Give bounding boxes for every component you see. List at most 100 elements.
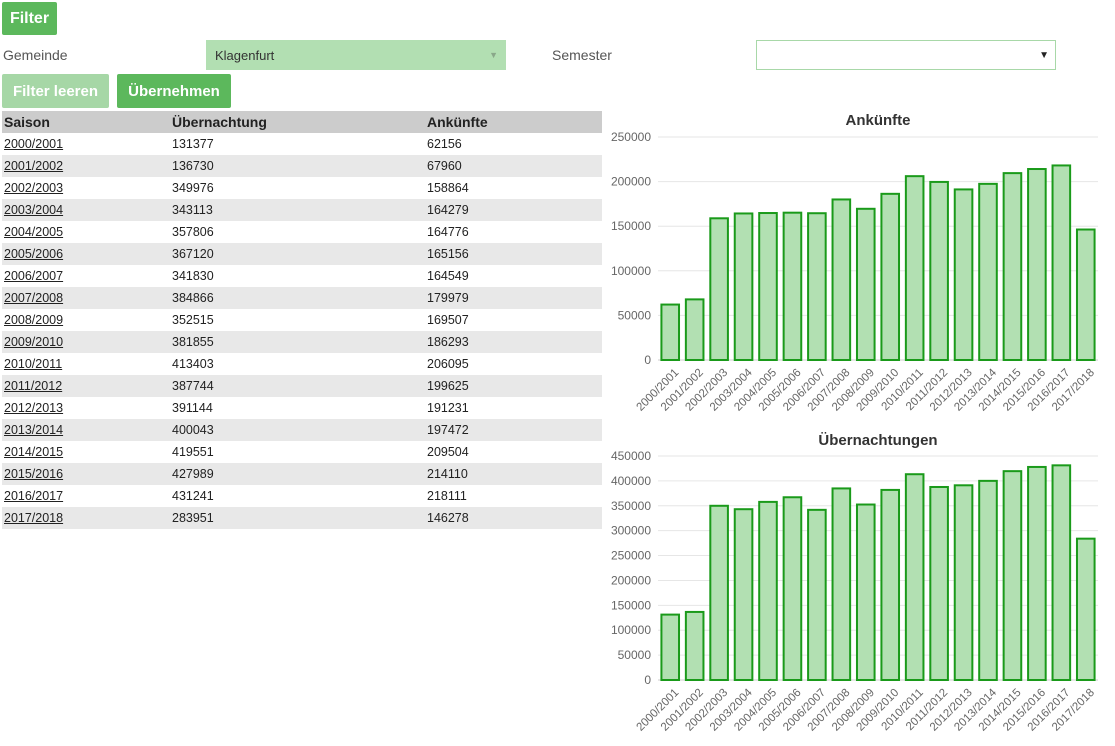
bar[interactable] <box>831 198 852 362</box>
bar[interactable] <box>880 488 901 681</box>
cell-ankuenfte: 199625 <box>425 375 602 397</box>
saison-link[interactable]: 2013/2014 <box>4 423 63 437</box>
bar[interactable] <box>807 212 827 361</box>
saison-link[interactable]: 2015/2016 <box>4 467 63 481</box>
cell-uebernachtung: 357806 <box>172 225 214 239</box>
cell-uebernachtung: 343113 <box>170 199 425 221</box>
cell-saison[interactable]: 2016/2017 <box>2 485 170 507</box>
y-tick-label: 350000 <box>611 499 651 513</box>
bar[interactable] <box>978 182 998 361</box>
saison-link[interactable]: 2008/2009 <box>4 313 63 327</box>
bar[interactable] <box>733 212 754 361</box>
saison-link[interactable]: 2017/2018 <box>4 511 63 525</box>
filter-button[interactable]: Filter <box>2 2 57 35</box>
table-row: 2002/2003 349976 158864 <box>2 177 602 199</box>
saison-link[interactable]: 2000/2001 <box>4 137 63 151</box>
gemeinde-select[interactable]: Klagenfurt ▼ <box>206 40 506 70</box>
cell-ankuenfte: 179979 <box>425 287 602 309</box>
bar[interactable] <box>1051 164 1072 361</box>
cell-ankuenfte: 186293 <box>425 331 602 353</box>
bar[interactable] <box>929 485 949 681</box>
saison-link[interactable]: 2012/2013 <box>4 401 63 415</box>
y-tick-label: 0 <box>644 673 651 687</box>
bar[interactable] <box>1027 168 1047 361</box>
column-header-uebernachtung[interactable]: Übernachtung <box>170 111 425 133</box>
bar[interactable] <box>1075 228 1096 362</box>
bar[interactable] <box>709 504 729 682</box>
saison-link[interactable]: 2002/2003 <box>4 181 63 195</box>
semester-select[interactable]: ▼ <box>756 40 1056 70</box>
saison-link[interactable]: 2009/2010 <box>4 335 63 349</box>
bar[interactable] <box>733 508 754 681</box>
bar[interactable] <box>1027 465 1047 681</box>
saison-link[interactable]: 2005/2006 <box>4 247 63 261</box>
cell-saison[interactable]: 2013/2014 <box>2 419 170 441</box>
y-tick-label: 50000 <box>618 648 652 662</box>
bar[interactable] <box>1075 537 1096 681</box>
saison-link[interactable]: 2010/2011 <box>4 357 62 371</box>
cell-saison[interactable]: 2003/2004 <box>2 199 170 221</box>
cell-ankuenfte: 164776 <box>427 225 469 239</box>
cell-uebernachtung: 387744 <box>170 375 425 397</box>
bar[interactable] <box>660 303 681 362</box>
bar[interactable] <box>758 212 778 361</box>
column-header-ankuenfte[interactable]: Ankünfte <box>425 111 602 133</box>
cell-saison[interactable]: 2008/2009 <box>2 309 170 331</box>
cell-saison[interactable]: 2006/2007 <box>2 265 170 287</box>
clear-filter-button[interactable]: Filter leeren <box>2 74 109 108</box>
saison-link[interactable]: 2011/2012 <box>4 379 62 393</box>
table-row: 2003/2004 343113 164279 <box>2 199 602 221</box>
apply-button[interactable]: Übernehmen <box>117 74 231 108</box>
chart-uebernachtungen-svg: Übernachtungen 0 50000 100000 150000 200000 25… <box>611 432 1098 734</box>
bar[interactable] <box>807 508 827 681</box>
saison-link[interactable]: 2003/2004 <box>4 203 63 217</box>
cell-saison[interactable]: 2002/2003 <box>2 177 170 199</box>
bar[interactable] <box>709 217 729 362</box>
cell-saison[interactable]: 2017/2018 <box>2 507 170 529</box>
bar[interactable] <box>953 188 974 361</box>
table-row: 2015/2016 427989 214110 <box>2 463 602 485</box>
saison-link[interactable]: 2007/2008 <box>4 291 63 305</box>
bar[interactable] <box>855 207 876 361</box>
bar[interactable] <box>782 496 803 681</box>
bar[interactable] <box>904 175 925 362</box>
cell-saison[interactable]: 2011/2012 <box>2 375 170 397</box>
saison-link[interactable]: 2016/2017 <box>4 489 63 503</box>
cell-saison[interactable]: 2001/2002 <box>2 155 170 177</box>
cell-saison[interactable]: 2010/2011 <box>2 353 170 375</box>
cell-saison[interactable]: 2000/2001 <box>2 133 170 155</box>
saison-link[interactable]: 2004/2005 <box>4 225 63 239</box>
table-header-row: Saison Übernachtung Ankünfte <box>2 111 602 133</box>
bar[interactable] <box>1002 172 1023 361</box>
cell-saison[interactable]: 2014/2015 <box>2 441 170 463</box>
cell-saison[interactable]: 2012/2013 <box>2 397 170 419</box>
bar[interactable] <box>855 503 876 681</box>
bar[interactable] <box>660 613 681 682</box>
cell-saison[interactable]: 2015/2016 <box>2 463 170 485</box>
table-row: 2011/2012 387744 199625 <box>2 375 602 397</box>
bar[interactable] <box>953 484 974 681</box>
table-row: 2005/2006 367120 165156 <box>2 243 602 265</box>
bar[interactable] <box>904 473 925 681</box>
bar[interactable] <box>1051 464 1072 681</box>
bar[interactable] <box>1002 470 1023 682</box>
cell-saison[interactable]: 2009/2010 <box>2 331 170 353</box>
cell-saison[interactable]: 2004/2005 <box>2 221 170 243</box>
bar[interactable] <box>880 192 901 361</box>
saison-link[interactable]: 2006/2007 <box>4 269 63 283</box>
table-row: 2010/2011 413403 206095 <box>2 353 602 375</box>
bar[interactable] <box>684 298 705 362</box>
cell-saison[interactable]: 2007/2008 <box>2 287 170 309</box>
bar[interactable] <box>831 487 852 681</box>
y-tick-label: 450000 <box>611 449 651 463</box>
column-header-saison[interactable]: Saison <box>2 111 170 133</box>
cell-saison[interactable]: 2005/2006 <box>2 243 170 265</box>
bar[interactable] <box>758 500 778 682</box>
bar[interactable] <box>684 610 705 681</box>
saison-link[interactable]: 2001/2002 <box>4 159 63 173</box>
y-tick-label: 250000 <box>611 549 651 563</box>
bar[interactable] <box>782 211 803 361</box>
saison-link[interactable]: 2014/2015 <box>4 445 63 459</box>
bar[interactable] <box>929 180 949 362</box>
bar[interactable] <box>978 479 998 682</box>
